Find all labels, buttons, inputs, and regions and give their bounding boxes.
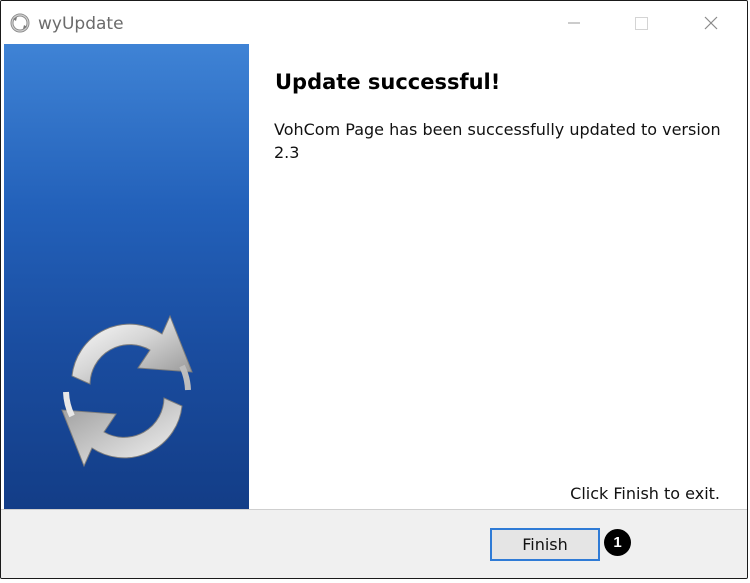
finish-button[interactable]: Finish xyxy=(490,528,600,561)
close-icon xyxy=(704,16,718,30)
sync-arrows-icon xyxy=(10,13,30,33)
close-button[interactable] xyxy=(688,1,734,43)
maximize-button[interactable] xyxy=(619,1,665,43)
window-title: wyUpdate xyxy=(38,14,124,34)
maximize-icon xyxy=(635,17,648,30)
page-title: Update successful! xyxy=(275,70,501,94)
button-bar: Finish 1 xyxy=(1,509,747,578)
exit-hint: Click Finish to exit. xyxy=(570,484,720,503)
status-message: VohCom Page has been successfully update… xyxy=(274,120,721,162)
title-bar[interactable]: wyUpdate xyxy=(1,1,747,43)
wyupdate-window: wyUpdate Update successful! VohCom Page … xyxy=(0,0,748,579)
sync-arrows-logo xyxy=(61,314,193,468)
sidebar-banner xyxy=(4,44,249,509)
step-number-badge: 1 xyxy=(604,529,631,556)
minimize-button[interactable] xyxy=(551,1,597,43)
content-panel: Update successful! VohCom Page has been … xyxy=(249,44,747,509)
page-background-strip xyxy=(0,579,750,583)
minimize-icon xyxy=(568,22,580,24)
